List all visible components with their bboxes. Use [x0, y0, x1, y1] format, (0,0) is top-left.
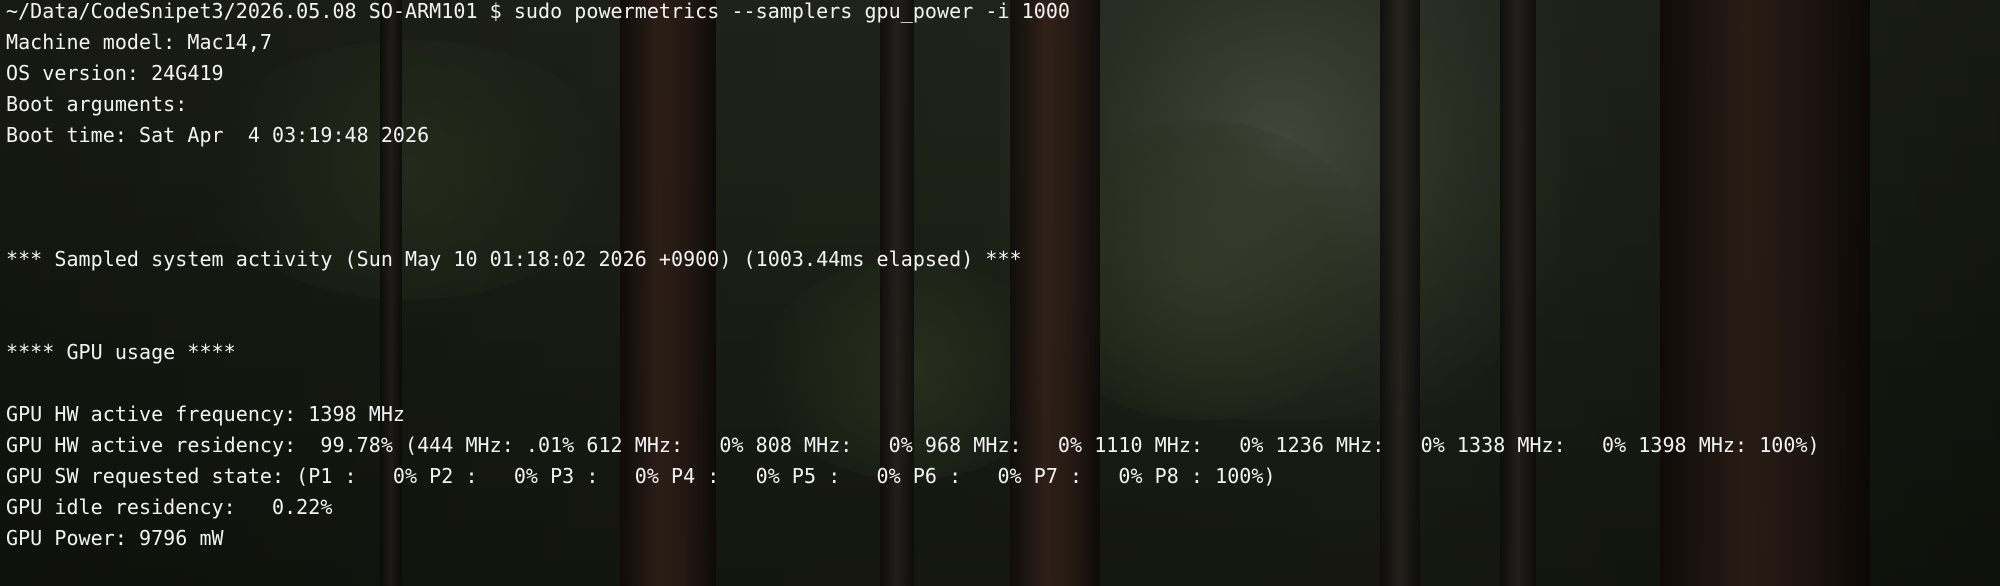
output-line: GPU HW active residency: 99.78% (444 MHz… [6, 433, 1820, 457]
output-line: GPU idle residency: 0.22% [6, 495, 333, 519]
terminal-output[interactable]: ~/Data/CodeSnipet3/2026.05.08 SO-ARM101 … [6, 0, 1820, 554]
output-line: Machine model: Mac14,7 [6, 30, 273, 54]
output-line: OS version: 24G419 [6, 61, 224, 85]
output-line: GPU HW active frequency: 1398 MHz [6, 402, 406, 426]
output-line: Boot time: Sat Apr 4 03:19:48 2026 [6, 123, 430, 147]
output-line: GPU SW requested state: (P1 : 0% P2 : 0%… [6, 464, 1276, 488]
output-line: **** GPU usage **** [6, 340, 236, 364]
output-line: *** Sampled system activity (Sun May 10 … [6, 247, 1022, 271]
output-line: GPU Power: 9796 mW [6, 526, 224, 550]
command-line: ~/Data/CodeSnipet3/2026.05.08 SO-ARM101 … [6, 0, 1071, 23]
output-line: Boot arguments: [6, 92, 188, 116]
terminal-window[interactable]: ~/Data/CodeSnipet3/2026.05.08 SO-ARM101 … [0, 0, 2000, 586]
